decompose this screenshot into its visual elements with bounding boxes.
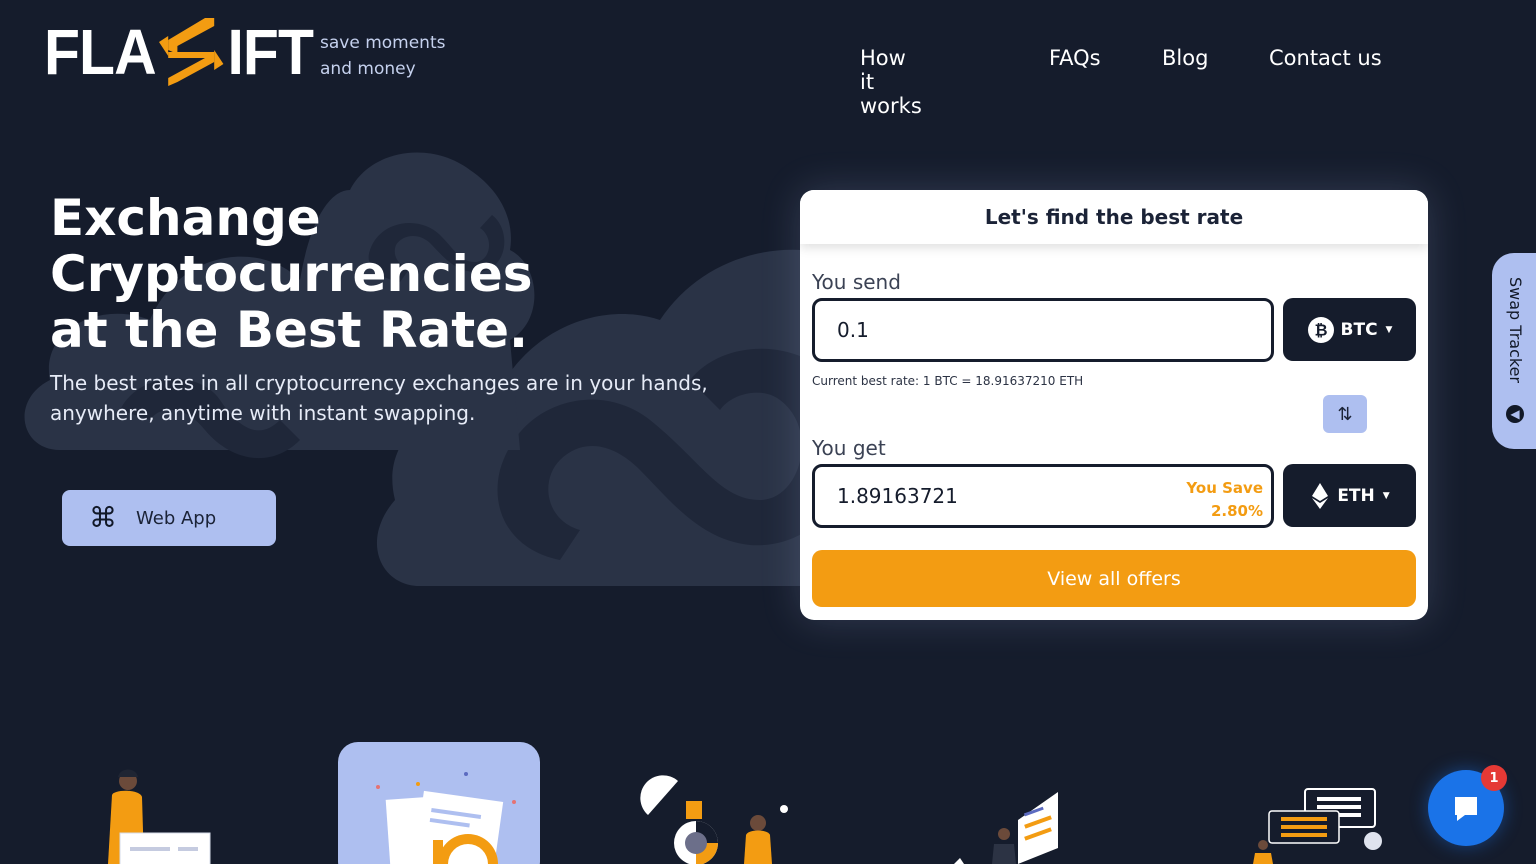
- command-key-icon: ⌘: [89, 501, 117, 534]
- pie-chart-person-illustration: [640, 775, 788, 864]
- hero-subtitle: The best rates in all cryptocurrency exc…: [50, 371, 708, 425]
- widget-title: Let's find the best rate: [800, 190, 1428, 244]
- nav-blog[interactable]: Blog: [1162, 46, 1208, 70]
- documents-coin-card: [338, 742, 540, 864]
- hero-title-line-1: Exchange: [50, 189, 321, 247]
- exchange-widget: Let's find the best rate You send 0.1 ₿ …: [800, 190, 1428, 620]
- ethereum-icon: [1312, 482, 1329, 509]
- chat-icon: [1455, 797, 1477, 821]
- you-save-label: You Save: [1186, 479, 1263, 497]
- send-amount-value: 0.1: [837, 318, 869, 342]
- arrow-circle-icon: ◀: [1506, 405, 1524, 423]
- send-amount-input[interactable]: 0.1: [812, 298, 1274, 362]
- svg-text:₿: ₿: [1314, 320, 1327, 339]
- hero-title-line-3: at the Best Rate.: [50, 301, 529, 359]
- logo-text-right: IFT: [227, 16, 313, 88]
- swap-arrows-icon: ⇅: [1337, 403, 1353, 425]
- get-amount-value: 1.89163721: [837, 484, 958, 508]
- swap-tracker-tab[interactable]: Swap Tracker ◀: [1492, 253, 1536, 449]
- documents-coin-illustration: [376, 772, 516, 864]
- send-coin-select[interactable]: ₿ BTC ▼: [1283, 298, 1416, 361]
- chevron-down-icon: ▼: [1382, 490, 1390, 501]
- hero-title: Exchange Cryptocurrencies at the Best Ra…: [50, 190, 750, 358]
- swap-direction-button[interactable]: ⇅: [1323, 395, 1367, 433]
- get-amount-field[interactable]: 1.89163721 You Save 2.80%: [812, 464, 1274, 528]
- logo-text-left: FLA: [44, 16, 157, 88]
- s-arrows-logo-icon: [159, 18, 224, 86]
- swap-tracker-label: Swap Tracker: [1506, 277, 1525, 384]
- you-send-label: You send: [812, 270, 901, 294]
- you-save-badge: You Save 2.80%: [1186, 477, 1263, 523]
- nav-contact-us[interactable]: Contact us: [1269, 46, 1382, 70]
- chat-notification-badge: 1: [1481, 765, 1507, 791]
- hero-title-line-2: Cryptocurrencies: [50, 245, 533, 303]
- brand-tagline: save moments and money: [320, 30, 470, 82]
- person-with-board-illustration: [108, 769, 211, 864]
- nav-how-it-works[interactable]: How it works: [860, 46, 922, 118]
- current-rate-text: Current best rate: 1 BTC = 18.91637210 E…: [812, 374, 1084, 388]
- chat-messages-illustration: [1253, 788, 1382, 864]
- tagline-line-1: save moments: [320, 33, 446, 53]
- web-app-button[interactable]: ⌘ Web App: [62, 490, 276, 546]
- view-all-offers-button[interactable]: View all offers: [812, 550, 1416, 607]
- you-save-value: 2.80%: [1210, 502, 1263, 520]
- nav-faqs[interactable]: FAQs: [1049, 46, 1101, 70]
- web-app-label: Web App: [136, 507, 217, 529]
- bitcoin-icon: ₿: [1307, 316, 1334, 343]
- logo-wordmark: FLA IFT: [44, 16, 314, 88]
- you-get-label: You get: [812, 436, 886, 460]
- send-coin-label: BTC: [1340, 319, 1378, 340]
- brand-logo[interactable]: FLA IFT: [44, 14, 336, 90]
- get-coin-select[interactable]: ETH ▼: [1283, 464, 1416, 527]
- presentation-board-illustration: [954, 792, 1058, 864]
- chevron-down-icon: ▼: [1385, 324, 1393, 335]
- tagline-line-2: and money: [320, 59, 416, 79]
- get-coin-label: ETH: [1337, 485, 1375, 506]
